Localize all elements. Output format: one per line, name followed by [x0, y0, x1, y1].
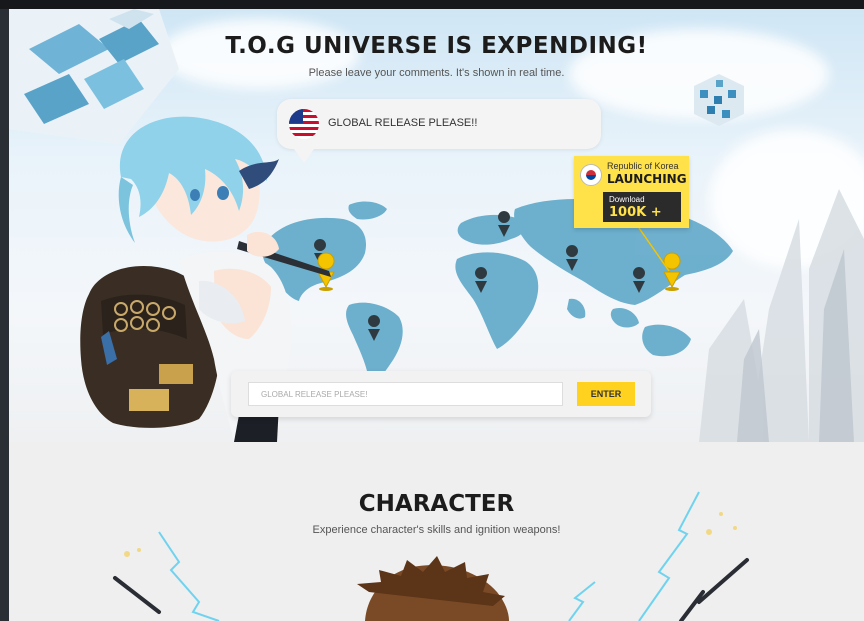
character-head-partial [357, 556, 509, 621]
hero-title: T.O.G UNIVERSE IS EXPENDING! [225, 33, 648, 59]
comment-text: GLOBAL RELEASE PLEASE!! [328, 117, 478, 129]
badge-country: Republic of Korea [607, 161, 679, 171]
page: T.O.G UNIVERSE IS EXPENDING! Please leav… [9, 9, 864, 621]
window-left-border [0, 9, 9, 621]
hero-section: T.O.G UNIVERSE IS EXPENDING! Please leav… [9, 9, 864, 442]
character-section: CHARACTER Experience character's skills … [9, 442, 864, 621]
window-top-border [0, 0, 864, 9]
launch-badge-korea: Republic of Korea LAUNCHING Download 100… [574, 156, 689, 228]
download-label: Download [609, 195, 645, 204]
comment-input[interactable] [248, 382, 563, 406]
comment-form: ENTER [231, 371, 651, 417]
download-count-box: Download 100K + [603, 192, 681, 222]
badge-status: LAUNCHING [607, 172, 687, 186]
section-subtitle: Experience character's skills and igniti… [312, 524, 561, 536]
kr-flag-icon [580, 164, 602, 186]
section-title: CHARACTER [358, 491, 515, 517]
download-count: 100K + [609, 205, 662, 220]
us-flag-icon [289, 109, 319, 139]
latest-comment-bubble: GLOBAL RELEASE PLEASE!! [277, 99, 601, 149]
enter-button[interactable]: ENTER [577, 382, 635, 406]
hero-subtitle: Please leave your comments. It's shown i… [308, 67, 565, 79]
bubble-tail [294, 149, 314, 163]
